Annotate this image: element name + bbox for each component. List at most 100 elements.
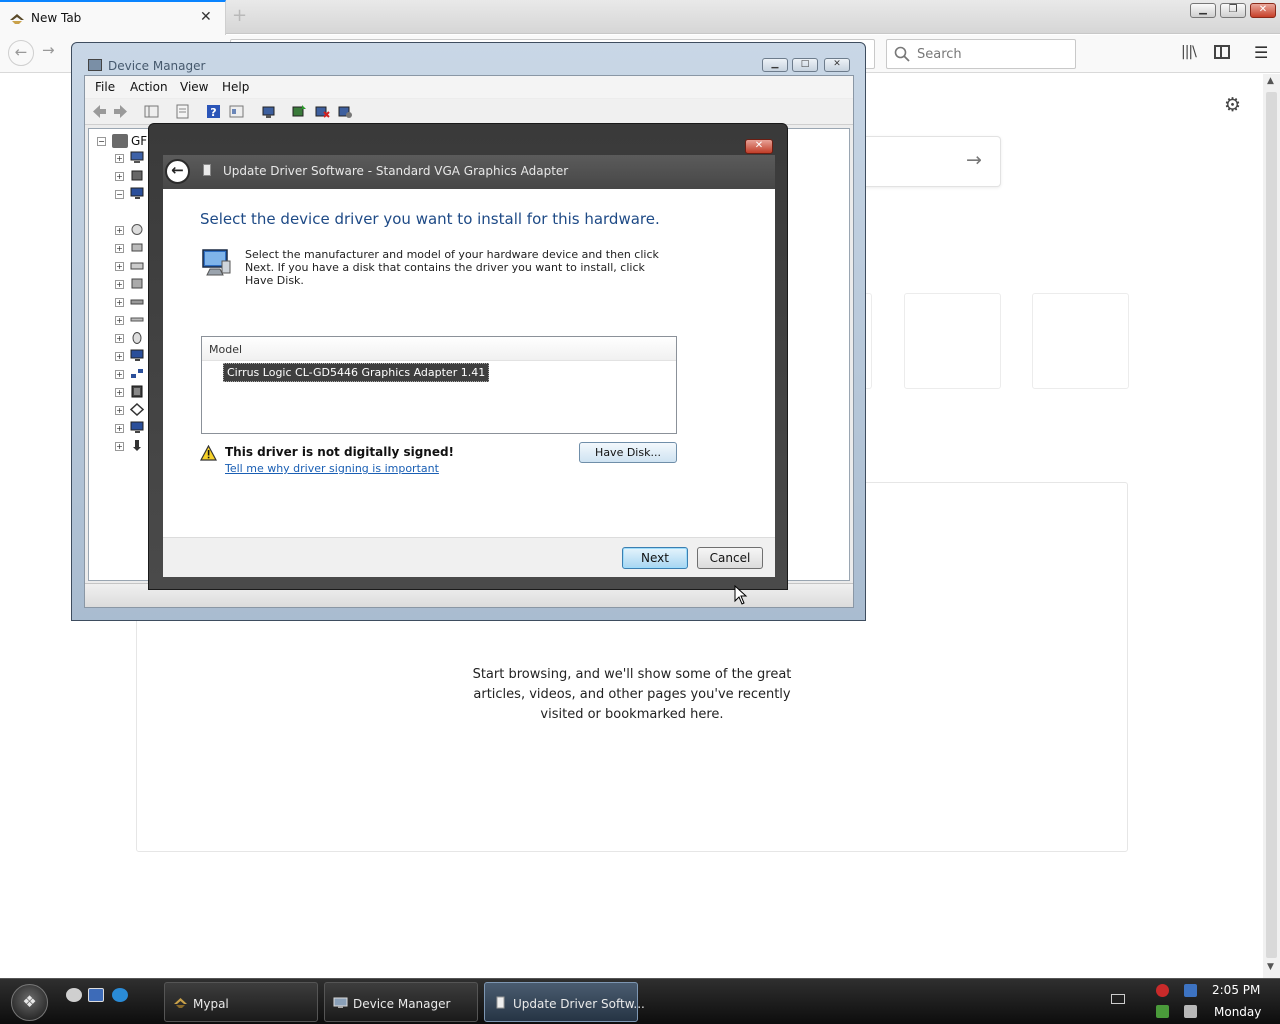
unsigned-driver-warning: This driver is not digitally signed!	[225, 445, 455, 459]
settings-gear-icon[interactable]: ⚙	[1224, 94, 1241, 116]
tree-expander[interactable]: +	[115, 406, 124, 415]
tab-close-icon[interactable]: ✕	[200, 9, 212, 25]
tree-expander[interactable]: +	[115, 280, 124, 289]
toolbar-uninstall-icon[interactable]	[313, 103, 330, 120]
quicklaunch-internet-explorer-icon[interactable]	[112, 988, 128, 1002]
network-status-icon[interactable]	[1184, 984, 1197, 997]
top-site-tile[interactable]	[1032, 293, 1129, 389]
clock-time[interactable]: 2:05 PM	[1212, 983, 1260, 997]
menu-action[interactable]: Action	[130, 80, 168, 94]
device-manager-close-button[interactable]: ✕	[824, 58, 850, 72]
tree-expander[interactable]: +	[115, 172, 124, 181]
search-input[interactable]: Search	[886, 39, 1076, 69]
menu-file[interactable]: File	[95, 80, 115, 94]
start-button[interactable]: ❖	[11, 984, 48, 1021]
dialog-back-button[interactable]: ←	[165, 159, 190, 184]
dialog-body: Select the device driver you want to ins…	[163, 189, 775, 537]
device-manager-title: Device Manager	[108, 59, 206, 73]
dialog-close-button[interactable]: ✕	[745, 139, 773, 154]
tree-expander[interactable]: +	[115, 226, 124, 235]
tree-expander[interactable]: +	[115, 154, 124, 163]
dialog-heading: Select the device driver you want to ins…	[200, 210, 660, 228]
model-column-header[interactable]: Model	[202, 337, 676, 361]
window-minimize-button[interactable]: ▁	[1190, 3, 1216, 18]
floppy-controller-icon	[130, 317, 144, 322]
device-manager-maximize-button[interactable]: □	[792, 58, 818, 72]
dialog-description: Select the manufacturer and model of you…	[245, 248, 659, 287]
computer-category-icon	[130, 151, 144, 163]
driver-signing-link[interactable]: Tell me why driver signing is important	[225, 462, 439, 475]
ide-controller-icon	[131, 243, 143, 252]
model-list[interactable]: Model Cirrus Logic CL-GD5446 Graphics Ad…	[201, 336, 677, 434]
tree-expander[interactable]: +	[115, 244, 124, 253]
network-icon	[131, 369, 143, 378]
clock-day[interactable]: Monday	[1214, 1005, 1261, 1019]
quicklaunch-switch-windows-icon[interactable]	[88, 988, 104, 1002]
toolbar-update-driver-icon[interactable]	[290, 103, 307, 120]
tree-expander[interactable]: +	[115, 442, 124, 451]
toolbar-show-hide-tree-icon[interactable]	[143, 103, 160, 120]
scroll-up-icon[interactable]: ▲	[1267, 76, 1274, 86]
taskbar-item-device-manager[interactable]: Device Manager	[324, 982, 478, 1022]
sidebar-icon[interactable]	[1214, 45, 1230, 59]
page-scrollbar[interactable]: ▲ ▼	[1263, 74, 1280, 978]
back-button[interactable]: ←	[8, 40, 34, 66]
forward-button[interactable]: →	[42, 41, 55, 59]
toolbar-forward-icon[interactable]	[112, 103, 129, 120]
document-icon	[496, 996, 505, 1009]
scrollbar-thumb[interactable]	[1266, 92, 1277, 958]
tree-expander[interactable]: +	[115, 370, 124, 379]
have-disk-button[interactable]: Have Disk...	[579, 442, 677, 463]
newtab-search-box[interactable]: →	[864, 136, 1001, 187]
toolbar-view-icon[interactable]	[228, 103, 245, 120]
system-devices-icon	[130, 421, 144, 433]
toolbar-disable-icon[interactable]	[336, 103, 353, 120]
safely-remove-hardware-icon[interactable]	[1156, 1005, 1169, 1018]
highlights-empty-message: Start browsing, and we'll show some of t…	[472, 667, 792, 722]
warning-icon	[200, 445, 217, 461]
tree-expander[interactable]: +	[115, 424, 124, 433]
cancel-button[interactable]: Cancel	[697, 547, 763, 569]
device-manager-minimize-button[interactable]: ▁	[762, 58, 788, 72]
tree-expander[interactable]: +	[115, 298, 124, 307]
tab-new-tab[interactable]: New Tab ✕	[0, 0, 226, 35]
tree-expander[interactable]: +	[115, 352, 124, 361]
top-site-tile[interactable]	[904, 293, 1001, 389]
security-alert-icon[interactable]	[1156, 984, 1169, 997]
storage-controller-icon	[130, 403, 144, 416]
hamburger-menu-icon[interactable]: ☰	[1254, 43, 1268, 62]
toolbar-properties-icon[interactable]	[174, 103, 191, 120]
tree-root-toggle[interactable]: −	[97, 137, 106, 146]
library-icon[interactable]: |||\	[1181, 44, 1197, 60]
menu-help[interactable]: Help	[222, 80, 249, 94]
tree-expander[interactable]: +	[115, 262, 124, 271]
toolbar-scan-hardware-icon[interactable]	[260, 103, 277, 120]
quicklaunch-show-desktop-icon[interactable]	[66, 988, 82, 1002]
volume-muted-icon[interactable]	[1184, 1005, 1197, 1018]
scroll-down-icon[interactable]: ▼	[1267, 962, 1274, 972]
update-driver-dialog: ✕ ← Update Driver Software - Standard VG…	[148, 123, 788, 590]
mypal-favicon-icon	[10, 14, 24, 24]
tree-collapser[interactable]: −	[115, 190, 124, 199]
toolbar-back-icon[interactable]	[91, 103, 108, 120]
next-button[interactable]: Next	[622, 547, 688, 569]
network-adapter-icon	[130, 299, 144, 305]
mouse-icon	[132, 332, 142, 344]
taskbar-item-mypal[interactable]: Mypal	[164, 982, 318, 1022]
window-restore-button[interactable]: ❐	[1220, 3, 1246, 18]
menu-view[interactable]: View	[180, 80, 208, 94]
window-close-button[interactable]: ✕	[1250, 3, 1276, 18]
search-go-arrow-icon[interactable]: →	[966, 149, 982, 171]
svg-text:?: ?	[210, 106, 216, 119]
toolbar-help-icon[interactable]: ?	[205, 103, 222, 120]
input-language-keyboard-icon[interactable]	[1111, 994, 1125, 1004]
new-tab-button[interactable]: +	[232, 5, 247, 26]
usb-controller-icon	[133, 440, 141, 451]
taskbar-item-label: Update Driver Softw...	[513, 997, 645, 1011]
taskbar-item-update-driver[interactable]: Update Driver Softw...	[484, 982, 645, 1022]
tree-expander[interactable]: +	[115, 316, 124, 325]
tree-expander[interactable]: +	[115, 334, 124, 343]
model-list-item-selected[interactable]: Cirrus Logic CL-GD5446 Graphics Adapter …	[223, 363, 490, 382]
tree-expander[interactable]: +	[115, 388, 124, 397]
monitor-icon	[130, 349, 144, 361]
